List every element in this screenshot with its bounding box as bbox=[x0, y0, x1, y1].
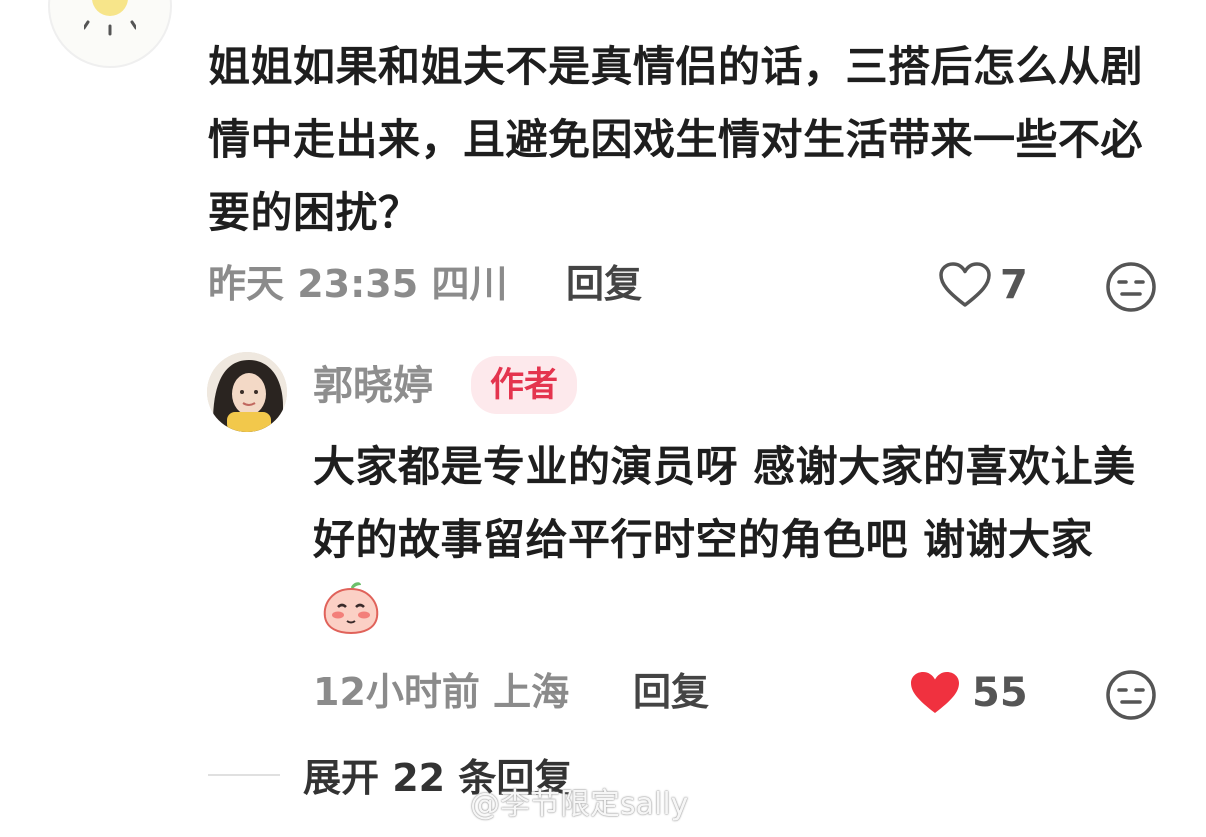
meh-face-icon[interactable] bbox=[1105, 261, 1157, 317]
comment-meta: 昨天 23:35 四川 bbox=[208, 258, 507, 310]
reply-location: 上海 bbox=[493, 670, 570, 714]
reply-text-content: 大家都是专业的演员呀 感谢大家的喜欢让美好的故事留给平行时空的角色吧 谢谢大家 bbox=[313, 442, 1136, 564]
blushing-peach-emoji bbox=[321, 579, 381, 657]
comment-time: 昨天 23:35 bbox=[208, 262, 419, 306]
comment-like-count: 7 bbox=[1000, 262, 1028, 308]
watermark: @李节限定sally bbox=[470, 787, 689, 822]
author-avatar[interactable] bbox=[207, 352, 287, 432]
comment-text: 姐姐如果和姐夫不是真情侣的话，三搭后怎么从剧情中走出来，且避免因戏生情对生活带来… bbox=[208, 42, 1144, 237]
reply-meta: 12小时前 上海 bbox=[313, 666, 569, 718]
meh-face-icon[interactable] bbox=[1105, 669, 1157, 725]
reply-like-count: 55 bbox=[972, 670, 1028, 716]
reply-text: 大家都是专业的演员呀 感谢大家的喜欢让美好的故事留给平行时空的角色吧 谢谢大家 bbox=[313, 430, 1173, 657]
comment-reply-button[interactable]: 回复 bbox=[566, 258, 642, 310]
comment-location: 四川 bbox=[431, 262, 508, 306]
reply-time: 12小时前 bbox=[313, 670, 480, 714]
reply-reply-button[interactable]: 回复 bbox=[633, 666, 709, 718]
expand-divider bbox=[208, 774, 280, 776]
author-username[interactable]: 郭晓婷 bbox=[313, 360, 433, 412]
author-badge: 作者 bbox=[471, 356, 577, 414]
heart-outline-icon[interactable] bbox=[938, 262, 992, 312]
heart-filled-icon[interactable] bbox=[908, 670, 962, 720]
sun-icon bbox=[84, 0, 136, 36]
commenter-avatar[interactable] bbox=[48, 0, 172, 68]
